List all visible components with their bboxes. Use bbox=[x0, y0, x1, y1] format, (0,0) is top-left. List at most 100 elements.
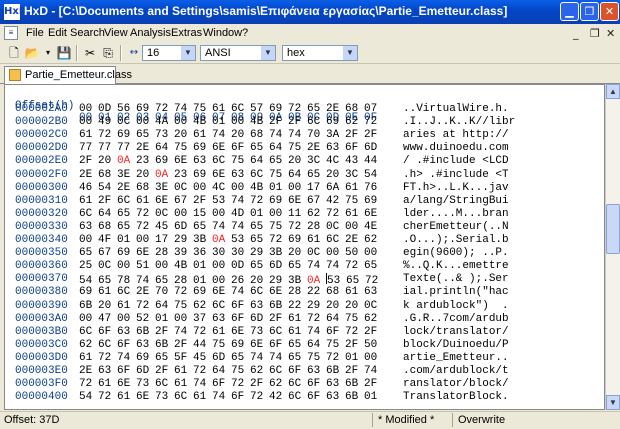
hex-byte[interactable]: 20 bbox=[345, 300, 364, 312]
hex-byte[interactable]: 2F bbox=[345, 339, 364, 351]
hex-byte[interactable]: 2E bbox=[136, 142, 155, 154]
hex-byte[interactable]: 6C bbox=[250, 169, 269, 181]
hex-byte[interactable]: 30 bbox=[212, 247, 231, 259]
hex-byte[interactable]: 0D bbox=[231, 260, 250, 272]
hex-byte[interactable]: 62 bbox=[364, 234, 383, 246]
ascii-text[interactable]: ..VirtualWire.h. bbox=[403, 103, 509, 115]
hex-byte[interactable]: 6D bbox=[250, 313, 269, 325]
hex-byte[interactable]: 6C bbox=[212, 155, 231, 167]
hex-bytes[interactable]: 61 2F 6C 61 6E 67 2F 53 74 72 69 6E 67 42 75 69 bbox=[79, 195, 383, 207]
hex-byte[interactable]: 61 bbox=[307, 234, 326, 246]
hex-byte[interactable]: 72 bbox=[155, 103, 174, 115]
hex-byte[interactable]: 6F bbox=[98, 326, 117, 338]
hex-byte[interactable]: 00 bbox=[212, 260, 231, 272]
hex-byte[interactable]: 6E bbox=[155, 195, 174, 207]
hex-byte[interactable]: 0C bbox=[326, 221, 345, 233]
hex-byte[interactable]: 01 bbox=[155, 313, 174, 325]
hex-byte[interactable]: 56 bbox=[117, 103, 136, 115]
hex-byte[interactable]: 23 bbox=[174, 169, 193, 181]
hex-byte[interactable]: 61 bbox=[79, 195, 98, 207]
hex-byte[interactable]: 50 bbox=[364, 339, 383, 351]
hex-byte[interactable]: 69 bbox=[326, 116, 345, 128]
hex-byte[interactable]: 54 bbox=[79, 391, 98, 403]
hex-byte[interactable]: 69 bbox=[193, 142, 212, 154]
hex-byte[interactable]: 61 bbox=[117, 300, 136, 312]
hex-byte[interactable]: 63 bbox=[364, 286, 383, 298]
hex-byte[interactable]: 17 bbox=[307, 182, 326, 194]
hex-byte[interactable]: 2F bbox=[193, 195, 212, 207]
hex-bytes[interactable]: 54 72 61 6E 73 6C 61 74 6F 72 42 6C 6F 63 6B 01 bbox=[79, 391, 383, 403]
hex-byte[interactable]: 75 bbox=[345, 313, 364, 325]
hex-byte[interactable]: 2F bbox=[345, 129, 364, 141]
hex-byte[interactable]: 61 bbox=[117, 391, 136, 403]
hex-byte[interactable]: 72 bbox=[79, 378, 98, 390]
hex-byte[interactable]: 6F bbox=[345, 142, 364, 154]
hex-byte[interactable]: 0C bbox=[98, 260, 117, 272]
hex-row[interactable]: 000003E0 2E 63 6F 6D 2F 61 72 64 75 62 6C 6F 63 6B 2F 74… bbox=[5, 365, 604, 378]
hex-bytes[interactable]: 54 65 78 74 65 28 01 00 26 20 29 3B 0A 53 65 72 bbox=[79, 273, 384, 287]
hex-byte[interactable]: 74 bbox=[307, 260, 326, 272]
hex-byte[interactable]: 00 bbox=[269, 208, 288, 220]
hex-byte[interactable]: 20 bbox=[136, 169, 155, 181]
hex-byte[interactable]: 63 bbox=[231, 169, 250, 181]
hex-byte[interactable]: 69 bbox=[79, 286, 98, 298]
hex-byte[interactable]: 74 bbox=[212, 391, 231, 403]
scroll-down-button[interactable]: ▼ bbox=[606, 395, 620, 410]
ascii-text[interactable]: a/lang/StringBui bbox=[403, 195, 509, 207]
hex-byte[interactable]: 30 bbox=[231, 247, 250, 259]
hex-byte[interactable]: 6E bbox=[212, 142, 231, 154]
hex-byte[interactable]: 6B bbox=[136, 326, 155, 338]
hex-byte[interactable]: 65 bbox=[79, 247, 98, 259]
hex-byte[interactable]: 75 bbox=[345, 195, 364, 207]
hex-bytes[interactable]: 25 0C 00 51 00 4B 01 00 0D 65 6D 65 74 74 72 65 bbox=[79, 260, 383, 272]
hex-row[interactable]: 00000300 46 54 2E 68 3E 0C 00 4C 00 4B 01 00 17 6A 61 76… bbox=[5, 182, 604, 195]
offset-base-select[interactable]: hex ▼ bbox=[282, 45, 358, 61]
hex-byte[interactable]: 22 bbox=[307, 286, 326, 298]
hex-byte[interactable]: 2E bbox=[326, 103, 345, 115]
hex-row[interactable]: 000003A0 00 47 00 52 01 00 37 63 6F 6D 2F 61 72 64 75 62… bbox=[5, 313, 604, 326]
hex-byte[interactable]: 49 bbox=[98, 116, 117, 128]
hex-byte[interactable]: 00 bbox=[117, 260, 136, 272]
hex-byte[interactable]: 74 bbox=[231, 286, 250, 298]
hex-bytes[interactable]: 65 67 69 6E 28 39 36 30 30 29 3B 20 0C 00 50 00 bbox=[79, 247, 383, 259]
hex-byte[interactable]: 72 bbox=[307, 313, 326, 325]
hex-byte[interactable]: 61 bbox=[79, 352, 98, 364]
hex-byte[interactable]: 6F bbox=[231, 142, 250, 154]
hex-byte[interactable]: 01 bbox=[345, 352, 364, 364]
vertical-scrollbar[interactable]: ▲ ▼ bbox=[605, 84, 620, 410]
hex-byte[interactable]: 73 bbox=[155, 129, 174, 141]
hex-byte[interactable]: 62 bbox=[269, 378, 288, 390]
ascii-text[interactable]: / .#include <LCD bbox=[403, 155, 509, 167]
hex-byte[interactable]: 63 bbox=[326, 378, 345, 390]
hex-byte[interactable]: 72 bbox=[98, 391, 117, 403]
hex-byte[interactable]: 68 bbox=[345, 103, 364, 115]
hex-byte[interactable]: 00 bbox=[174, 116, 193, 128]
ascii-text[interactable]: lder....M...bran bbox=[403, 208, 509, 220]
hex-byte[interactable]: 2F bbox=[364, 129, 383, 141]
hex-bytes[interactable]: 46 54 2E 68 3E 0C 00 4C 00 4B 01 00 17 6A 61 76 bbox=[79, 182, 383, 194]
hex-byte[interactable]: 63 bbox=[117, 326, 136, 338]
ascii-text[interactable]: lock/translator/ bbox=[403, 326, 509, 338]
hex-byte[interactable]: 11 bbox=[288, 208, 307, 220]
hex-byte[interactable]: 29 bbox=[250, 247, 269, 259]
hex-byte[interactable]: 0C bbox=[174, 182, 193, 194]
hex-byte[interactable]: 68 bbox=[250, 129, 269, 141]
hex-row[interactable]: 000003C0 62 6C 6F 63 6B 2F 44 75 69 6E 6F 65 64 75 2F 50… bbox=[5, 339, 604, 352]
status-mode[interactable]: Overwrite bbox=[458, 414, 505, 426]
hex-byte[interactable]: 74 bbox=[269, 352, 288, 364]
hex-byte[interactable]: 20 bbox=[326, 169, 345, 181]
hex-byte[interactable]: 72 bbox=[345, 260, 364, 272]
hex-byte[interactable]: 74 bbox=[231, 195, 250, 207]
hex-byte[interactable]: 62 bbox=[364, 313, 383, 325]
hex-byte[interactable]: 6F bbox=[231, 313, 250, 325]
hex-bytes[interactable]: 00 49 0C 00 4A 00 4B 01 00 4B 2F 2F 6C 69 62 72 bbox=[79, 116, 383, 128]
hex-byte[interactable]: 69 bbox=[364, 195, 383, 207]
hex-byte[interactable]: 65 bbox=[155, 352, 174, 364]
hex-byte[interactable]: 47 bbox=[98, 313, 117, 325]
open-dropdown-icon[interactable]: ▾ bbox=[40, 45, 56, 61]
hex-row[interactable]: 00000400 54 72 61 6E 73 6C 61 74 6F 72 42 6C 6F 63 6B 01… bbox=[5, 391, 604, 404]
hex-byte[interactable]: 75 bbox=[231, 155, 250, 167]
hex-byte[interactable]: 65 bbox=[250, 260, 269, 272]
hex-byte[interactable]: 75 bbox=[174, 300, 193, 312]
hex-byte[interactable]: 6E bbox=[364, 208, 383, 220]
